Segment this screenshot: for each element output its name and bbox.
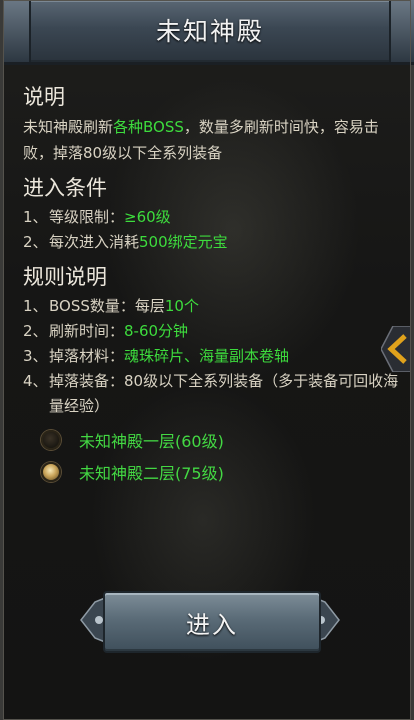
conditions-list: 1、等级限制：≥60级 2、每次进入消耗500绑定元宝 bbox=[23, 205, 403, 255]
conditions-heading: 进入条件 bbox=[23, 176, 107, 200]
radio-orb-icon[interactable] bbox=[41, 462, 61, 482]
condition-item-cost: 2、每次进入消耗500绑定元宝 bbox=[23, 230, 403, 255]
rules-list: 1、BOSS数量：每层10个 2、刷新时间：8-60分钟 3、掉落材料：魂珠碎片… bbox=[23, 294, 403, 419]
radio-orb-icon[interactable] bbox=[41, 430, 61, 450]
dialog-panel: 未知神殿 说明 未知神殿刷新各种BOSS，数量多刷新时间快，容易击败，掉落80级… bbox=[0, 0, 414, 720]
floor-option-label[interactable]: 未知神殿一层(60级) bbox=[79, 428, 224, 452]
enter-button-frame: 进入 bbox=[77, 588, 343, 653]
floor-option-1[interactable]: 未知神殿一层(60级) bbox=[41, 428, 224, 452]
dialog-title: 未知神殿 bbox=[155, 17, 264, 46]
rules-heading: 规则说明 bbox=[23, 265, 107, 289]
condition-item-level: 1、等级限制：≥60级 bbox=[23, 205, 403, 230]
rule-item-boss-count: 1、BOSS数量：每层10个 bbox=[23, 294, 403, 319]
rule-value: 10个 bbox=[164, 297, 199, 315]
condition-label: 每次进入消耗 bbox=[49, 233, 140, 251]
condition-value: ≥60级 bbox=[124, 208, 171, 226]
list-number: 2、 bbox=[23, 233, 48, 251]
rule-value: 魂珠碎片、海量副本卷轴 bbox=[124, 347, 290, 365]
rule-item-refresh-time: 2、刷新时间：8-60分钟 bbox=[23, 319, 403, 344]
rule-item-drop-materials: 3、掉落材料：魂珠碎片、海量副本卷轴 bbox=[23, 344, 403, 369]
list-number: 1、 bbox=[23, 297, 48, 315]
rule-item-drop-equipment: 4、 掉落装备：80级以下全系列装备（多于装备可回收海量经验） bbox=[23, 369, 403, 419]
rule-label: 掉落装备：80级以下全系列装备（多于装备可回收海量经验） bbox=[49, 372, 399, 415]
floor-option-2[interactable]: 未知神殿二层(75级) bbox=[41, 460, 224, 484]
info-content: 说明 未知神殿刷新各种BOSS，数量多刷新时间快，容易击败，掉落80级以下全系列… bbox=[23, 84, 403, 419]
list-number: 2、 bbox=[23, 322, 48, 340]
rule-value: 8-60分钟 bbox=[124, 322, 189, 340]
chevron-left-icon[interactable] bbox=[381, 326, 411, 372]
rule-label: BOSS数量：每层 bbox=[49, 297, 165, 315]
description-heading: 说明 bbox=[23, 85, 65, 109]
description-text: 未知神殿刷新各种BOSS，数量多刷新时间快，容易击败，掉落80级以下全系列装备 bbox=[23, 114, 403, 166]
description-text-before: 未知神殿刷新 bbox=[23, 118, 114, 136]
rule-label: 刷新时间： bbox=[49, 322, 125, 340]
list-number: 4、 bbox=[23, 372, 48, 390]
title-bar: 未知神殿 bbox=[3, 0, 414, 65]
list-number: 3、 bbox=[23, 347, 48, 365]
enter-button[interactable]: 进入 bbox=[103, 591, 321, 653]
floor-option-label[interactable]: 未知神殿二层(75级) bbox=[79, 460, 224, 484]
condition-label: 等级限制： bbox=[49, 208, 125, 226]
description-highlight: 各种BOSS bbox=[113, 118, 184, 136]
rule-label: 掉落材料： bbox=[49, 347, 125, 365]
list-number: 1、 bbox=[23, 208, 48, 226]
condition-value: 500绑定元宝 bbox=[139, 233, 228, 251]
